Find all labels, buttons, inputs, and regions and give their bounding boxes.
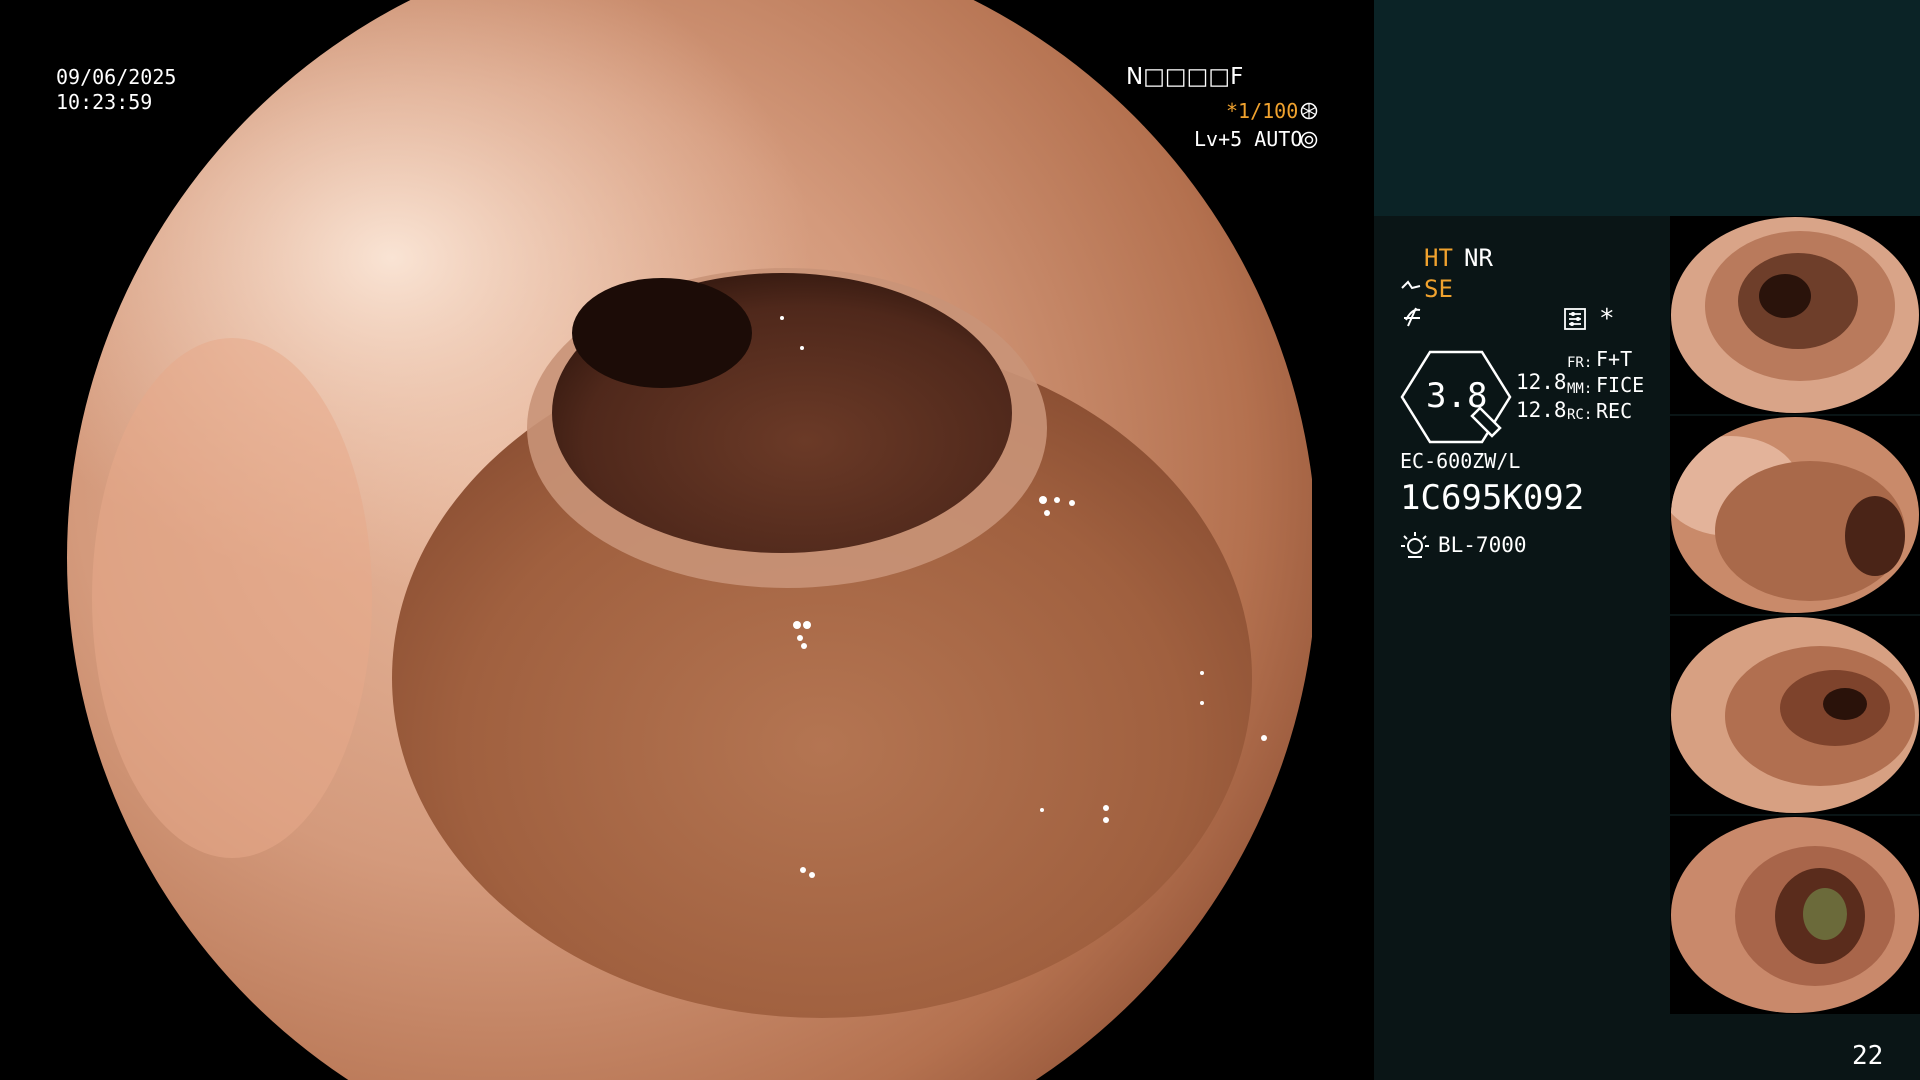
- auto-iris-icon: [1300, 131, 1318, 153]
- info-panel-header: [1374, 0, 1920, 216]
- light-source-model: BL-7000: [1438, 533, 1527, 557]
- fr-label: FR:: [1567, 355, 1593, 371]
- ht-indicator: HT: [1424, 244, 1453, 272]
- aperture-icon: [1300, 102, 1318, 124]
- freeze-icon: [1402, 306, 1424, 332]
- exam-date: 09/06/2025: [56, 65, 177, 89]
- scope-model: EC-600ZW/L: [1400, 449, 1521, 473]
- thumbnail-3[interactable]: [1670, 616, 1920, 814]
- se-indicator: SE: [1424, 275, 1453, 303]
- param-value-bottom: 12.8: [1516, 398, 1567, 422]
- scope-serial: 1C695K092: [1400, 478, 1585, 518]
- rc-value: REC: [1596, 399, 1633, 423]
- mm-value: FICE: [1596, 373, 1645, 397]
- zoom-value: 3.8: [1426, 376, 1488, 416]
- structure-enhance-icon: [1400, 276, 1422, 302]
- nr-indicator: NR: [1464, 244, 1493, 272]
- shutter-speed: *1/100: [1226, 99, 1299, 123]
- asterisk-indicator: *: [1599, 304, 1615, 334]
- endoscope-live-view: [0, 0, 1372, 1080]
- light-source-icon: [1400, 530, 1430, 564]
- thumbnail-1[interactable]: [1670, 216, 1920, 414]
- exam-time: 10:23:59: [56, 90, 153, 114]
- fr-value: F+T: [1596, 347, 1633, 371]
- mm-label: MM:: [1567, 381, 1593, 397]
- level-mode: Lv+5 AUTO: [1194, 127, 1303, 151]
- thumbnail-4[interactable]: [1670, 816, 1920, 1014]
- patient-code: N□□□□F: [1126, 64, 1244, 90]
- endoscope-image: [62, 0, 1312, 1080]
- rc-label: RC:: [1567, 407, 1593, 423]
- param-value-top: 12.8: [1516, 370, 1567, 394]
- settings-sliders-icon: [1564, 308, 1586, 334]
- thumbnail-2[interactable]: [1670, 416, 1920, 614]
- frame-counter: 22: [1852, 1041, 1884, 1071]
